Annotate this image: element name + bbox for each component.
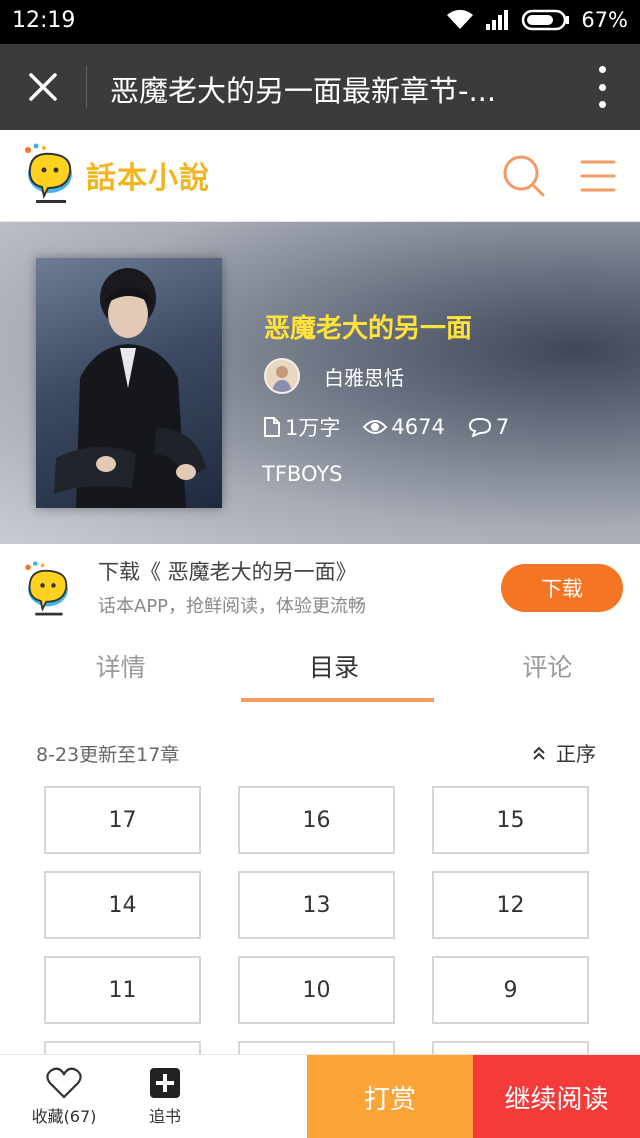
comments-stat: 7 (467, 415, 509, 439)
book-tag[interactable]: TFBOYS (262, 462, 342, 486)
close-button[interactable] (20, 64, 66, 110)
continue-reading-button[interactable]: 继续阅读 (473, 1055, 640, 1138)
chapter-item[interactable]: 16 (238, 786, 395, 854)
follow-book-button[interactable]: 追书 (130, 1067, 200, 1127)
chapter-item[interactable]: 12 (432, 871, 589, 939)
toolbar-divider (86, 66, 87, 108)
more-menu-button[interactable] (592, 66, 612, 108)
browser-toolbar: 恶魔老大的另一面最新章节-... (0, 44, 640, 130)
bottom-action-bar: 收藏(67) 追书 打赏 继续阅读 (0, 1054, 640, 1138)
book-stats: 1万字 4674 7 (262, 412, 531, 442)
banner-logo (18, 560, 78, 624)
wifi-icon (445, 9, 475, 31)
views-stat: 4674 (362, 415, 445, 439)
site-logo[interactable]: 話本小說 (18, 142, 210, 208)
sort-order-toggle[interactable]: 正序 (532, 738, 596, 767)
document-icon (264, 417, 280, 437)
page-title: 恶魔老大的另一面最新章节-... (110, 74, 497, 108)
chapter-item[interactable]: 15 (432, 786, 589, 854)
book-tabs: 详情 目录 评论 (0, 632, 640, 704)
tip-button[interactable]: 打赏 (307, 1055, 473, 1138)
download-button[interactable]: 下载 (501, 564, 623, 612)
tab-details[interactable]: 详情 (28, 632, 213, 704)
menu-button[interactable] (580, 158, 616, 194)
chapter-item[interactable]: 9 (432, 956, 589, 1024)
double-chevron-up-icon (533, 746, 545, 760)
logo-bubble-icon (25, 143, 72, 203)
banner-title: 下载《 恶魔老大的另一面》 (98, 560, 357, 584)
more-dot (598, 66, 606, 73)
chapter-item[interactable]: 13 (238, 871, 395, 939)
hamburger-icon (580, 160, 616, 192)
status-time: 12:19 (12, 8, 76, 33)
heart-icon (46, 1067, 82, 1099)
view-count: 4674 (391, 415, 445, 439)
status-bar: 12:19 67% (0, 0, 640, 44)
close-icon (29, 73, 57, 101)
sort-order-label: 正序 (556, 742, 596, 766)
book-hero: 恶魔老大的另一面 白雅思恬 1万字 4674 7 TFBOYS (0, 222, 640, 544)
book-cover (36, 258, 222, 508)
follow-label: 追书 (148, 1107, 181, 1126)
comment-count: 7 (495, 415, 510, 439)
comment-icon (468, 417, 491, 437)
app-download-banner: 下载《 恶魔老大的另一面》 话本APP，抢鲜阅读，体验更流畅 下载 (0, 544, 640, 632)
favorite-button[interactable]: 收藏(67) (24, 1067, 104, 1127)
eye-icon (363, 420, 388, 434)
logo-text: 話本小說 (86, 161, 210, 196)
search-icon (503, 155, 545, 197)
signal-icon (485, 9, 511, 31)
chapter-item[interactable]: 10 (238, 956, 395, 1024)
book-title: 恶魔老大的另一面 (264, 314, 473, 344)
more-dot (598, 101, 606, 108)
battery-percent: 67% (581, 8, 628, 32)
author-row[interactable]: 白雅思恬 (264, 358, 404, 394)
more-dot (598, 83, 606, 91)
update-info: 8-23更新至17章 (36, 744, 180, 766)
site-header: 話本小說 (0, 130, 640, 222)
word-count-stat: 1万字 (262, 412, 340, 442)
search-button[interactable] (502, 154, 546, 198)
battery-icon (521, 9, 571, 31)
chapter-item[interactable]: 11 (44, 956, 201, 1024)
add-icon (150, 1068, 180, 1098)
catalog-header: 8-23更新至17章 正序 (0, 736, 640, 772)
word-count: 1万字 (285, 416, 341, 440)
status-indicators: 67% (445, 8, 628, 32)
tab-comments[interactable]: 评论 (455, 632, 640, 704)
cover-portrait-image (54, 268, 206, 508)
favorite-label: 收藏(67) (31, 1107, 97, 1126)
tab-catalog[interactable]: 目录 (241, 632, 435, 704)
author-avatar (264, 358, 300, 394)
banner-subtitle: 话本APP，抢鲜阅读，体验更流畅 (98, 596, 367, 617)
chapter-item[interactable]: 14 (44, 871, 201, 939)
app-logo-icon (25, 561, 68, 616)
chapter-item[interactable]: 17 (44, 786, 201, 854)
author-name: 白雅思恬 (324, 365, 404, 390)
